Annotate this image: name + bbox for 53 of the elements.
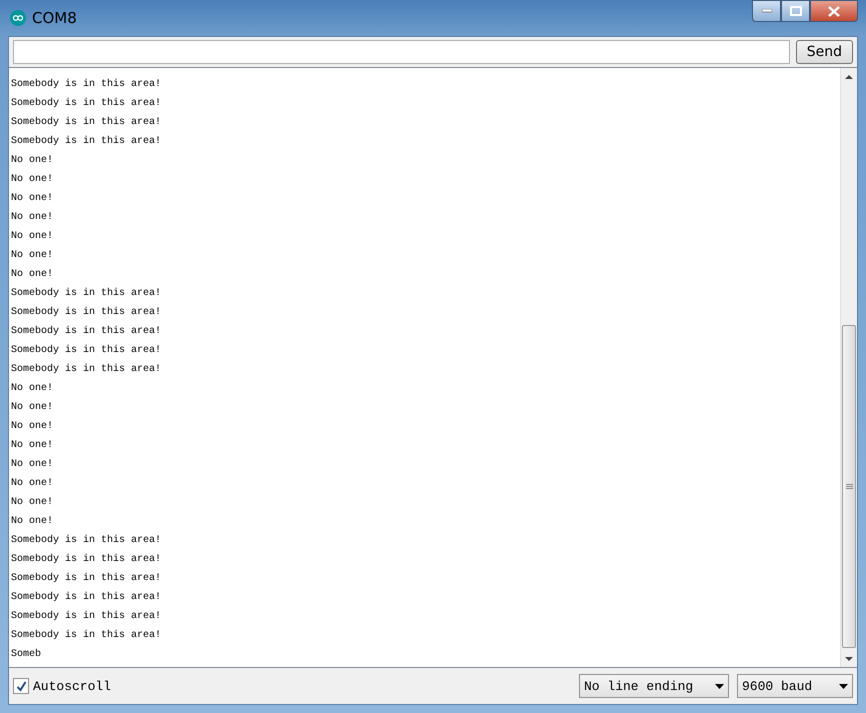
serial-output-line: Somebody is in this area! (11, 344, 162, 358)
serial-output-line: No one! (11, 211, 54, 225)
infinity-logo-icon (10, 10, 26, 26)
serial-output-line: Somebody is in this area! (11, 306, 162, 320)
serial-output-line: Somebody is in this area! (11, 324, 162, 339)
serial-output-line: No one! (11, 173, 54, 187)
scroll-up-icon[interactable] (845, 74, 853, 78)
serial-output-line: Somebody is in this area! (11, 590, 162, 605)
serial-output-line: No one! (11, 458, 54, 472)
serial-output-line: Someb (11, 648, 42, 662)
serial-output-line: No one! (11, 477, 54, 491)
serial-output-line: Somebody is in this area! (11, 534, 162, 548)
scroll-thumb[interactable] (842, 325, 856, 648)
baud-rate-dropdown[interactable]: 9600 baud (737, 674, 853, 698)
serial-output-line: No one! (11, 230, 54, 244)
serial-output-line: Somebody is in this area! (11, 610, 162, 624)
message-input-field[interactable] (13, 40, 790, 64)
serial-output-line: No one! (11, 439, 54, 453)
autoscroll-checkbox[interactable] (13, 678, 29, 694)
serial-output-line: Somebody is in this area! (11, 96, 162, 111)
minimize-icon (762, 9, 772, 13)
serial-output-line: No one! (11, 268, 54, 282)
serial-output-line: No one! (11, 154, 54, 168)
serial-output-line: Somebody is in this area! (11, 116, 162, 130)
line-ending-dropdown[interactable]: No line ending (579, 674, 729, 698)
serial-output-line: No one! (11, 401, 54, 415)
send-button[interactable]: Send (796, 40, 853, 64)
serial-output-line: No one! (11, 192, 54, 206)
window-title: COM8 (32, 9, 77, 27)
minimize-button[interactable] (752, 0, 781, 22)
serial-output-line: Somebody is in this area! (11, 134, 162, 149)
vertical-scrollbar[interactable] (840, 68, 857, 667)
serial-output-line: No one! (11, 249, 54, 263)
checkmark-icon (16, 680, 26, 692)
scroll-down-icon[interactable] (845, 656, 853, 660)
maximize-icon (790, 6, 802, 16)
close-button[interactable] (810, 0, 858, 22)
grip-icon (846, 484, 852, 490)
autoscroll-label: Autoscroll (33, 678, 112, 694)
serial-output-line: Somebody is in this area! (11, 628, 162, 643)
serial-output-line: Somebody is in this area! (11, 286, 162, 301)
serial-output-line: Somebody is in this area! (11, 552, 162, 567)
serial-output-line: No one! (11, 382, 54, 396)
maximize-button[interactable] (781, 0, 810, 22)
serial-output-line: Somebody is in this area! (11, 362, 162, 377)
serial-output-line: Somebody is in this area! (11, 78, 162, 92)
caret-icon (715, 684, 724, 688)
serial-output-line: No one! (11, 420, 54, 434)
close-icon (828, 6, 840, 16)
serial-output-line: No one! (11, 515, 54, 529)
serial-output-line: Somebody is in this area! (11, 572, 162, 586)
caret-icon (839, 684, 848, 688)
serial-output-line: No one! (11, 496, 54, 510)
